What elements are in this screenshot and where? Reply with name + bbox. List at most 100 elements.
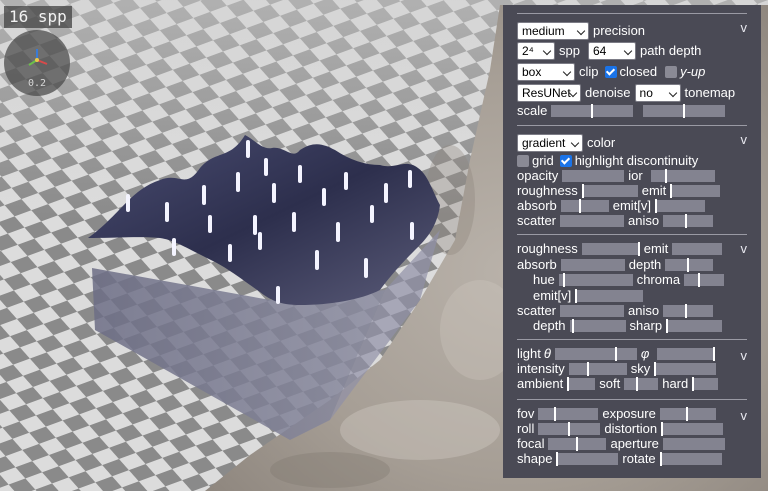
roll-slider[interactable] [538, 422, 601, 436]
ambient-label: ambient [517, 376, 564, 391]
render-section-toggle[interactable]: v [741, 20, 748, 35]
rotate-label: rotate [622, 451, 656, 466]
intensity-slider[interactable] [568, 362, 627, 376]
theta-slider[interactable] [554, 347, 637, 361]
spp-row: 2⁴ spp 64 path depth [517, 42, 701, 60]
slider-thumb[interactable] [687, 258, 690, 272]
material-depth2-label: depth [533, 318, 566, 333]
opacity-slider[interactable] [562, 170, 625, 182]
slider-thumb[interactable] [692, 377, 695, 391]
slider-thumb[interactable] [576, 437, 579, 451]
grid-checkbox[interactable] [517, 155, 529, 167]
emit-slider[interactable] [670, 184, 721, 198]
material-depth2-slider[interactable] [569, 319, 626, 333]
rotate-slider[interactable] [659, 452, 722, 466]
slider-thumb[interactable] [664, 169, 667, 183]
slider-thumb[interactable] [636, 377, 639, 391]
spp-readout: 16 spp [4, 6, 72, 28]
material-sharp-slider[interactable] [666, 319, 723, 333]
material-chroma-slider[interactable] [684, 273, 725, 287]
aniso-slider[interactable] [663, 214, 714, 228]
soft-slider[interactable] [624, 377, 659, 391]
denoise-row: ResUNet denoise no tonemap [517, 84, 735, 102]
slider-thumb[interactable] [578, 199, 581, 213]
precision-select[interactable]: medium [517, 22, 589, 40]
slider-thumb[interactable] [683, 104, 686, 118]
denoise-select[interactable]: ResUNet [517, 84, 581, 102]
slider-thumb[interactable] [567, 377, 570, 391]
ior-slider[interactable] [650, 169, 715, 183]
slider-thumb[interactable] [591, 104, 594, 118]
clip-select[interactable]: box [517, 63, 575, 81]
highlight-checkbox[interactable] [559, 155, 572, 167]
slider-thumb[interactable] [554, 407, 557, 421]
material-aniso-slider[interactable] [663, 304, 714, 318]
material-roughness-slider[interactable] [581, 242, 640, 256]
slider-thumb[interactable] [654, 362, 657, 376]
material-hue-slider[interactable] [558, 273, 633, 287]
slider-thumb[interactable] [637, 242, 640, 256]
path-depth-select[interactable]: 64 [587, 42, 636, 60]
material-depth-slider[interactable] [665, 258, 714, 272]
color-mode-label: color [587, 135, 616, 150]
spp-select[interactable]: 2⁴ [517, 42, 555, 60]
scatter-aniso-row: scatter aniso [517, 212, 717, 230]
color-mode-select[interactable]: gradient [517, 134, 583, 152]
distortion-slider[interactable] [661, 422, 724, 436]
material-section-toggle[interactable]: v [741, 241, 748, 256]
slider-thumb[interactable] [581, 184, 584, 198]
slider-thumb[interactable] [666, 319, 669, 333]
aperture-slider[interactable] [662, 438, 725, 450]
closed-checkbox[interactable] [604, 66, 617, 78]
emitv-slider[interactable] [655, 199, 706, 213]
slider-thumb[interactable] [659, 452, 662, 466]
scale-slider-b[interactable] [643, 104, 726, 118]
slider-thumb[interactable] [685, 214, 688, 228]
color-section: v gradient color grid highlight disconti… [517, 125, 747, 228]
tonemap-select[interactable]: no [634, 84, 681, 102]
slider-thumb[interactable] [614, 347, 617, 361]
render-settings-section: v medium precision 2⁴ spp 64 path depth … [517, 13, 747, 118]
slider-thumb[interactable] [661, 422, 664, 436]
slider-thumb[interactable] [670, 184, 673, 198]
fov-slider[interactable] [538, 407, 599, 421]
camera-section-toggle[interactable]: v [741, 408, 748, 423]
shape-slider[interactable] [556, 452, 619, 466]
hard-slider[interactable] [692, 377, 719, 391]
slider-thumb[interactable] [685, 304, 688, 318]
roughness-slider[interactable] [581, 184, 638, 198]
slider-thumb[interactable] [685, 407, 688, 421]
denoise-label: denoise [585, 85, 631, 100]
clip-value: box [522, 65, 542, 79]
scale-slider-a[interactable] [551, 104, 634, 118]
exposure-slider[interactable] [659, 407, 716, 421]
ambient-slider[interactable] [567, 377, 596, 391]
material-emit-slider[interactable] [672, 243, 723, 255]
material-emitv-slider[interactable] [575, 289, 644, 303]
hard-label: hard [662, 376, 689, 391]
scale-label: scale [517, 103, 548, 118]
slider-thumb[interactable] [655, 199, 658, 213]
sky-slider[interactable] [654, 362, 717, 376]
scale-row: scale [517, 102, 729, 120]
material-scatter-slider[interactable] [560, 305, 625, 317]
path-depth-value: 64 [592, 44, 607, 58]
scatter-slider[interactable] [560, 215, 625, 227]
slider-thumb[interactable] [713, 347, 716, 361]
slider-thumb[interactable] [556, 452, 559, 466]
slider-thumb[interactable] [571, 319, 574, 333]
focal-slider[interactable] [548, 437, 607, 451]
color-section-toggle[interactable]: v [741, 132, 748, 147]
slider-thumb[interactable] [586, 362, 589, 376]
light-section-toggle[interactable]: v [741, 348, 748, 363]
slider-thumb[interactable] [568, 422, 571, 436]
closed-label: closed [619, 64, 658, 79]
material-absorb-slider[interactable] [560, 259, 625, 271]
slider-thumb[interactable] [698, 273, 701, 287]
slider-thumb[interactable] [562, 273, 565, 287]
slider-thumb[interactable] [575, 289, 578, 303]
yup-checkbox[interactable] [665, 66, 678, 78]
axis-gizmo[interactable]: 0.2 [4, 30, 70, 96]
phi-slider[interactable] [657, 347, 716, 361]
absorb-slider[interactable] [560, 199, 609, 213]
